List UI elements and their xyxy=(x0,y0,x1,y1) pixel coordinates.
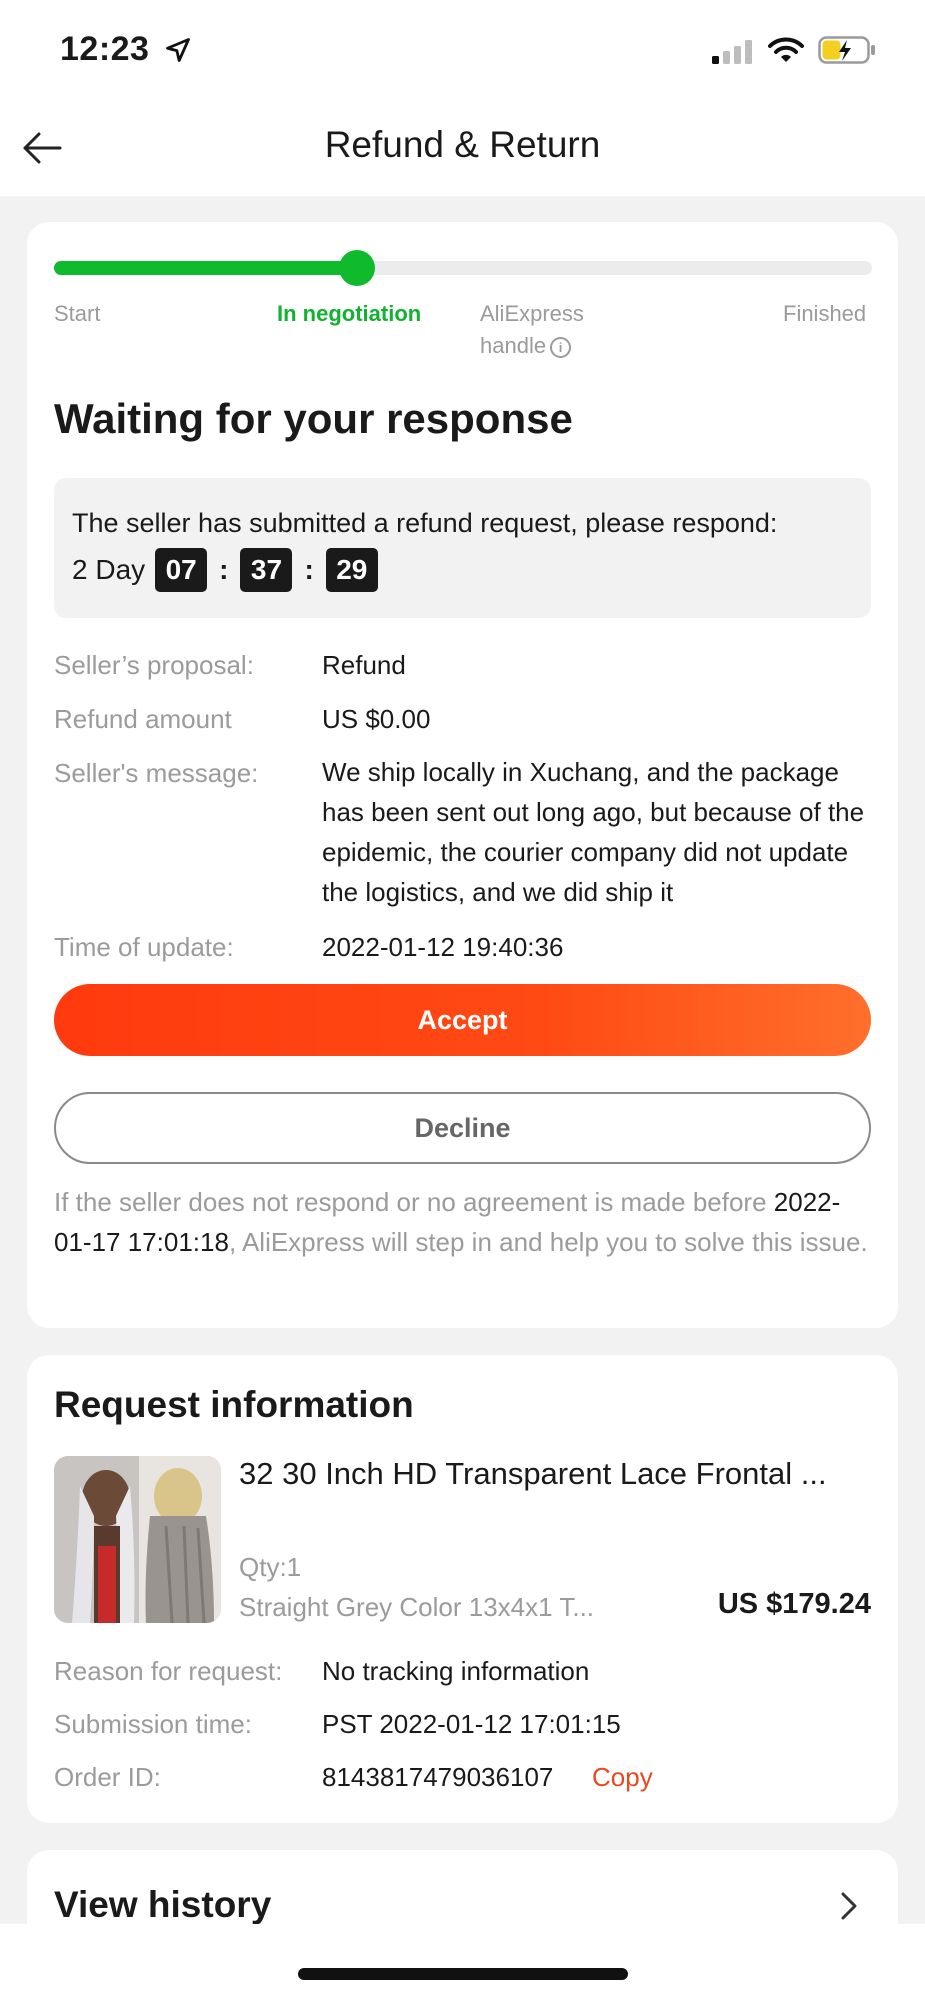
battery-charging-icon xyxy=(818,36,875,64)
step-aliexpress-label: AliExpress xyxy=(480,301,584,326)
status-heading: Waiting for your response xyxy=(54,395,573,442)
seller-proposal-label: Seller’s proposal: xyxy=(54,650,254,680)
step-start: Start xyxy=(54,301,101,326)
status-time: 12:23 xyxy=(60,30,150,68)
product-title[interactable]: 32 30 Inch HD Transparent Lace Frontal .… xyxy=(239,1456,827,1492)
product-quantity: Qty:1 xyxy=(239,1552,302,1582)
footnote-before: If the seller does not respond or no agr… xyxy=(54,1187,767,1217)
reason-label: Reason for request: xyxy=(54,1656,283,1686)
product-variant: Straight Grey Color 13x4x1 T... xyxy=(239,1592,595,1622)
countdown-days: 2 Day xyxy=(72,554,146,585)
wifi-icon xyxy=(768,37,804,62)
step-handle-label-row: handle i xyxy=(480,330,584,362)
view-history-title[interactable]: View history xyxy=(54,1884,271,1926)
request-information-title: Request information xyxy=(54,1384,414,1425)
countdown-separator: : xyxy=(304,554,314,585)
countdown-seconds: 29 xyxy=(325,548,378,592)
seller-message-label: Seller's message: xyxy=(54,758,259,788)
page-title: Refund & Return xyxy=(324,124,601,165)
product-price: US $179.24 xyxy=(717,1588,871,1620)
progress-knob xyxy=(338,250,375,286)
refund-amount-value: US $0.00 xyxy=(322,704,431,734)
order-id-label: Order ID: xyxy=(54,1762,161,1792)
countdown-hours: 07 xyxy=(155,548,208,592)
step-handle-label: handle xyxy=(480,333,547,358)
home-indicator[interactable] xyxy=(298,1968,628,1980)
step-in-negotiation: In negotiation xyxy=(277,301,422,326)
location-arrow-icon xyxy=(166,38,190,62)
cellular-signal-icon xyxy=(712,40,752,64)
order-id-value: 8143817479036107 xyxy=(322,1762,554,1792)
submission-time-label: Submission time: xyxy=(54,1709,252,1739)
deadline-footnote: If the seller does not respond or no agr… xyxy=(54,1182,871,1262)
accept-button[interactable]: Accept xyxy=(54,984,871,1056)
seller-message-value: We ship locally in Xuchang, and the pack… xyxy=(322,757,865,907)
info-icon[interactable]: i xyxy=(550,336,572,358)
submission-time-value: PST 2022-01-12 17:01:15 xyxy=(322,1709,621,1739)
chevron-right-icon[interactable] xyxy=(834,1886,864,1926)
decline-button[interactable]: Decline xyxy=(54,1092,871,1164)
product-thumbnail[interactable] xyxy=(54,1456,221,1623)
reason-value: No tracking information xyxy=(322,1656,590,1686)
update-time-label: Time of update: xyxy=(54,932,234,962)
seller-proposal-value: Refund xyxy=(322,650,406,680)
copy-order-id-button[interactable]: Copy xyxy=(592,1762,653,1793)
countdown-minutes: 37 xyxy=(240,548,293,592)
notice-text: The seller has submitted a refund reques… xyxy=(72,508,778,538)
footnote-after: , AliExpress will step in and help you t… xyxy=(228,1227,868,1257)
refund-amount-label: Refund amount xyxy=(54,704,232,734)
step-finished: Finished xyxy=(783,301,867,326)
home-indicator-area xyxy=(0,1924,925,2000)
countdown-separator: : xyxy=(219,554,229,585)
update-time-value: 2022-01-12 19:40:36 xyxy=(322,932,564,962)
progress-fill xyxy=(54,261,357,275)
step-aliexpress-handle[interactable]: AliExpress handle i xyxy=(480,298,584,362)
countdown-timer: 2 Day 07 : 37 : 29 xyxy=(72,548,378,592)
